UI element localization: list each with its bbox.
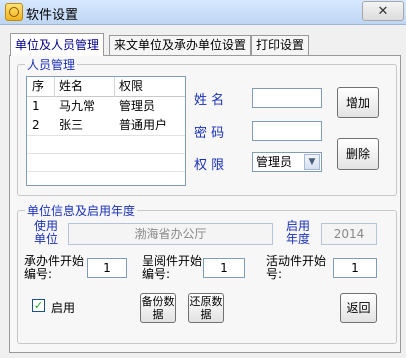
column-header-role[interactable]: 权限 bbox=[119, 77, 143, 96]
undertaking-start-number-label: 承办件开始编号: bbox=[24, 254, 85, 281]
list-item[interactable]: 1 马九常 管理员 bbox=[27, 97, 185, 116]
list-item-index: 1 bbox=[32, 99, 40, 113]
list-item-role: 普通用户 bbox=[119, 118, 168, 132]
start-year-label: 启用年度 bbox=[286, 219, 311, 246]
delete-button[interactable]: 删除 bbox=[337, 138, 379, 170]
unit-name-label: 使用单位 bbox=[34, 219, 59, 246]
app-icon bbox=[5, 3, 23, 21]
row-divider bbox=[27, 135, 185, 136]
window-title: 软件设置 bbox=[26, 8, 79, 23]
name-field[interactable] bbox=[252, 88, 322, 108]
column-separator bbox=[54, 77, 55, 97]
role-select-value: 管理员 bbox=[256, 155, 293, 169]
list-item-name: 张三 bbox=[59, 118, 84, 132]
list-item-name: 马九常 bbox=[59, 99, 96, 113]
list-item-index: 2 bbox=[32, 118, 40, 132]
personnel-list[interactable]: 序 姓名 权限 1 马九常 管理员 2 张三 普通用户 bbox=[26, 76, 186, 186]
enable-label: 启用 bbox=[51, 301, 76, 315]
column-header-index[interactable]: 序 bbox=[32, 77, 44, 96]
add-button[interactable]: 增加 bbox=[337, 87, 379, 118]
role-select[interactable]: 管理员 ▼ bbox=[252, 152, 322, 172]
tab-unit-personnel[interactable]: 单位及人员管理 bbox=[10, 33, 105, 56]
password-label: 密 码 bbox=[194, 126, 225, 141]
tab-print-settings[interactable]: 打印设置 bbox=[251, 35, 310, 55]
personnel-group-title: 人员管理 bbox=[25, 56, 78, 73]
close-button[interactable]: ✕ bbox=[362, 1, 404, 21]
undertaking-start-number-field[interactable]: 1 bbox=[87, 258, 127, 278]
row-divider bbox=[27, 171, 185, 172]
start-year-field[interactable]: 2014 bbox=[321, 223, 377, 245]
column-separator bbox=[114, 77, 115, 97]
tab-incoming-units[interactable]: 来文单位及承办单位设置 bbox=[109, 35, 252, 55]
chevron-down-icon[interactable]: ▼ bbox=[304, 154, 320, 170]
review-start-number-field[interactable]: 1 bbox=[203, 258, 245, 278]
role-label: 权 限 bbox=[194, 158, 225, 173]
unit-info-group-title: 单位信息及启用年度 bbox=[25, 202, 138, 219]
list-item[interactable]: 2 张三 普通用户 bbox=[27, 116, 185, 135]
back-button[interactable]: 返回 bbox=[340, 293, 377, 323]
activity-start-number-field[interactable]: 1 bbox=[333, 258, 377, 278]
activity-start-number-label: 活动件开始号: bbox=[266, 254, 327, 281]
backup-data-button[interactable]: 备份数据 bbox=[140, 293, 176, 323]
unit-name-field[interactable]: 渤海省办公厅 bbox=[68, 223, 273, 245]
title-bar: 软件设置 ✕ bbox=[0, 0, 406, 25]
row-divider bbox=[27, 153, 185, 154]
password-field[interactable] bbox=[252, 121, 322, 141]
column-header-name[interactable]: 姓名 bbox=[59, 77, 83, 96]
name-label: 姓 名 bbox=[194, 93, 225, 108]
list-item-role: 管理员 bbox=[119, 99, 156, 113]
list-header: 序 姓名 权限 bbox=[27, 77, 185, 97]
enable-checkbox[interactable]: ✓ bbox=[32, 299, 45, 312]
restore-data-button[interactable]: 还原数据 bbox=[188, 293, 224, 323]
review-start-number-label: 呈阅件开始编号: bbox=[142, 254, 203, 281]
